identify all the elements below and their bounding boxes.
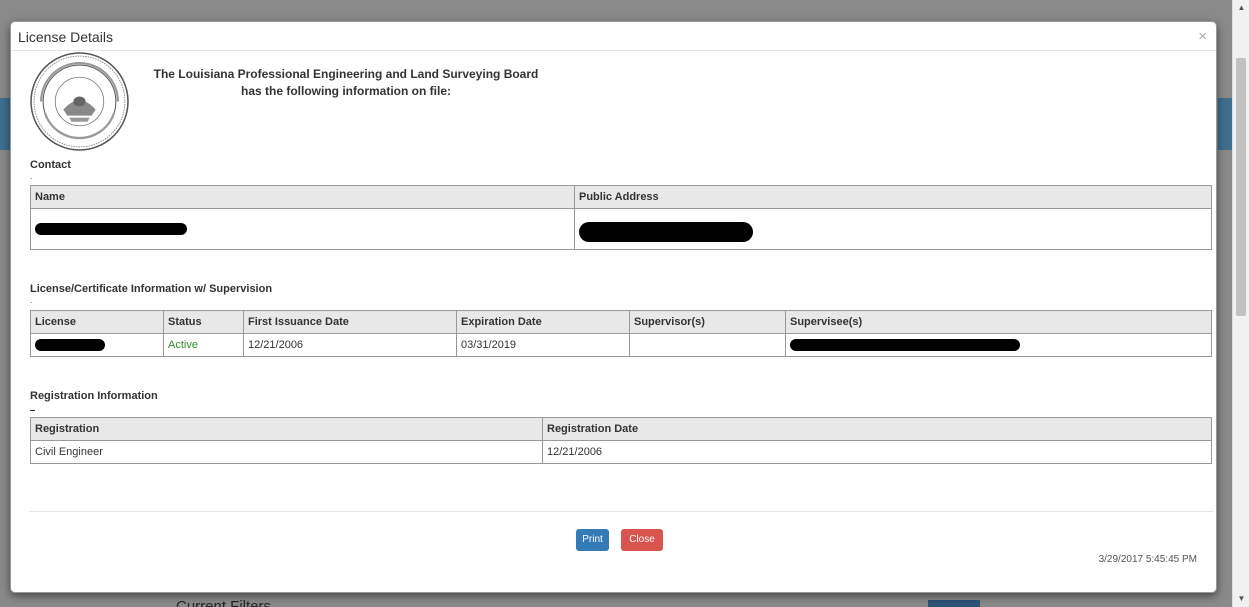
license-details-modal: License Details × The Louisiana Professi… bbox=[10, 21, 1217, 593]
first-issuance-cell: 12/21/2006 bbox=[243, 333, 457, 357]
board-subtitle: has the following information on file: bbox=[241, 84, 451, 98]
redacted-address bbox=[579, 222, 753, 242]
timestamp: 3/29/2017 5:45:45 PM bbox=[1098, 554, 1197, 565]
print-button[interactable]: Print bbox=[576, 529, 609, 551]
page-scrollbar[interactable]: ▲ ▼ bbox=[1232, 0, 1249, 607]
modal-title: License Details bbox=[18, 29, 113, 45]
close-button[interactable]: Close bbox=[621, 529, 663, 551]
table-header-row: Name Public Address bbox=[30, 185, 1212, 209]
table-row bbox=[30, 208, 1212, 250]
background-header-band-right bbox=[1218, 98, 1232, 150]
column-header-first-issuance: First Issuance Date bbox=[243, 310, 457, 334]
table-header-row: License Status First Issuance Date Expir… bbox=[30, 310, 1212, 334]
column-header-expiration: Expiration Date bbox=[456, 310, 630, 334]
registration-section-title: Registration Information bbox=[30, 390, 158, 402]
column-header-registration: Registration bbox=[30, 417, 543, 441]
registration-type-cell: Civil Engineer bbox=[30, 440, 543, 464]
license-dot: . bbox=[30, 296, 33, 305]
registration-date-cell: 12/21/2006 bbox=[542, 440, 1212, 464]
column-header-name: Name bbox=[30, 185, 575, 209]
license-section-title: License/Certificate Information w/ Super… bbox=[30, 283, 273, 295]
column-header-supervisees: Supervisee(s) bbox=[785, 310, 1212, 334]
table-header-row: Registration Registration Date bbox=[30, 417, 1212, 441]
contact-section-title: Contact bbox=[30, 159, 71, 171]
redacted-name bbox=[35, 223, 187, 236]
contact-table: Name Public Address bbox=[30, 185, 1212, 250]
supervisors-cell bbox=[629, 333, 786, 357]
louisiana-state-seal-icon bbox=[30, 52, 129, 151]
scroll-up-icon[interactable]: ▲ bbox=[1233, 0, 1249, 16]
contact-dot: . bbox=[30, 172, 33, 181]
contact-name-cell bbox=[30, 208, 575, 250]
column-header-public-address: Public Address bbox=[574, 185, 1212, 209]
expiration-cell: 03/31/2019 bbox=[456, 333, 630, 357]
column-header-supervisors: Supervisor(s) bbox=[629, 310, 786, 334]
scroll-down-icon[interactable]: ▼ bbox=[1233, 591, 1249, 607]
registration-dash bbox=[30, 410, 35, 411]
registration-table: Registration Registration Date Civil Eng… bbox=[30, 417, 1212, 464]
board-name: The Louisiana Professional Engineering a… bbox=[153, 67, 539, 81]
column-header-status: Status bbox=[163, 310, 244, 334]
column-header-license: License bbox=[30, 310, 164, 334]
column-header-registration-date: Registration Date bbox=[542, 417, 1212, 441]
status-cell: Active bbox=[163, 333, 244, 357]
scrollbar-thumb[interactable] bbox=[1236, 58, 1246, 316]
table-row: Active 12/21/2006 03/31/2019 bbox=[30, 333, 1212, 357]
contact-address-cell bbox=[574, 208, 1212, 250]
modal-header: License Details × bbox=[11, 22, 1216, 51]
modal-footer-divider bbox=[29, 511, 1213, 512]
redacted-supervisee bbox=[790, 339, 1020, 352]
background-filters-label: Current Filters bbox=[176, 598, 272, 607]
background-button bbox=[928, 600, 980, 607]
table-row: Civil Engineer 12/21/2006 bbox=[30, 440, 1212, 464]
background-header-band bbox=[0, 98, 10, 150]
close-icon[interactable]: × bbox=[1198, 28, 1207, 45]
redacted-license-number bbox=[35, 339, 105, 352]
license-number-cell bbox=[30, 333, 164, 357]
board-heading: The Louisiana Professional Engineering a… bbox=[131, 66, 561, 100]
license-table: License Status First Issuance Date Expir… bbox=[30, 310, 1212, 357]
supervisees-cell bbox=[785, 333, 1212, 357]
